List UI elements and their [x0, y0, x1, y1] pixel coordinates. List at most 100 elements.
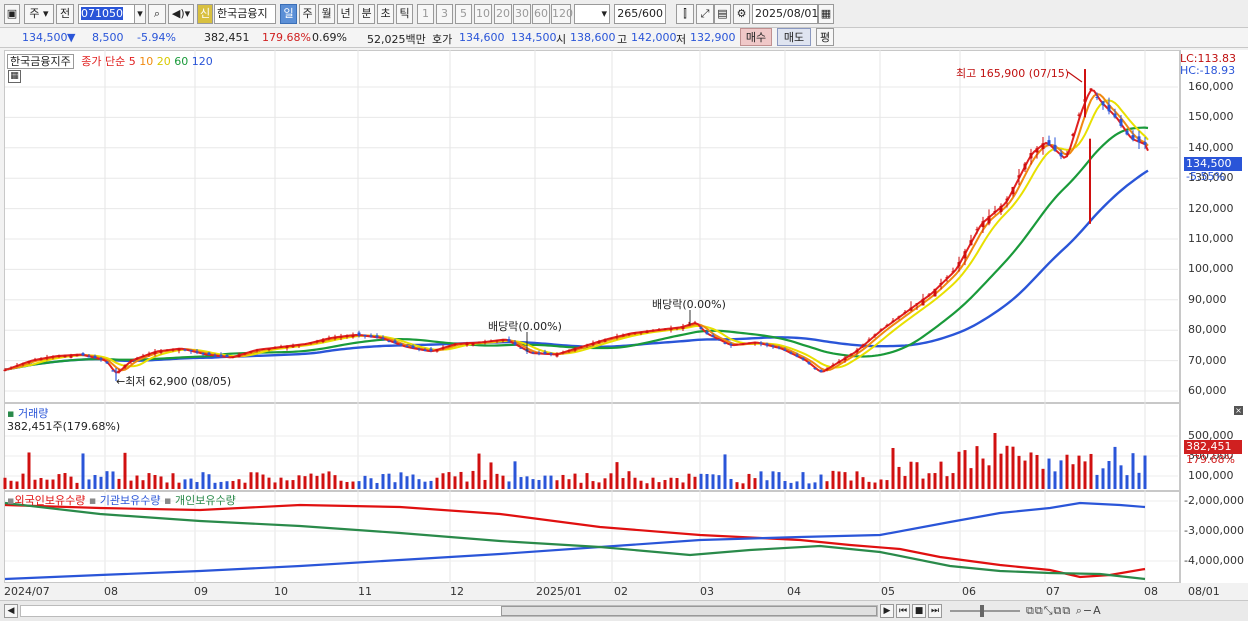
scroll-right-icon[interactable]: ▶ [880, 604, 894, 618]
zoom-slider[interactable] [950, 605, 1020, 617]
candle-body [219, 354, 223, 357]
candle-body [87, 356, 91, 358]
price-tick-label: 120,000 [1188, 201, 1234, 215]
scroll-track[interactable] [20, 605, 878, 617]
volume-bar [753, 478, 757, 489]
chart-marks [3, 69, 1147, 489]
candle-body [9, 367, 13, 369]
candle-body [441, 347, 445, 349]
volume-bar [495, 473, 499, 489]
holder-tick-label: -4,000,000 [1184, 554, 1244, 567]
candle-body [975, 229, 979, 231]
volume-bar [45, 479, 49, 489]
candle-body [765, 343, 769, 346]
volume-bar [321, 473, 325, 489]
volume-bar [999, 453, 1003, 489]
volume-bar [657, 482, 661, 489]
volume-bar [87, 479, 91, 489]
ma-120: 120 [191, 55, 213, 68]
candle-body [1101, 101, 1105, 106]
volume-bar [207, 474, 211, 489]
candle-body [225, 354, 229, 358]
volume-bar [849, 480, 853, 489]
ma-5: 5 [128, 55, 136, 68]
candle-body [411, 345, 415, 349]
individual-series-label[interactable]: 개인보유수량 [175, 494, 236, 507]
volume-tag-pct: 179.68% [1186, 453, 1235, 466]
volume-bar [477, 453, 481, 489]
volume-bar [393, 482, 397, 489]
volume-bar [1047, 458, 1051, 489]
volume-bar [1143, 455, 1147, 489]
candle-body [795, 354, 799, 357]
rewind-icon[interactable]: ⏮ [896, 604, 910, 618]
tools-icons[interactable]: ⧉⧉⤡⧉⧉ ⌕−A [1026, 604, 1102, 618]
candle-body [27, 360, 31, 363]
scroll-left-icon[interactable]: ◀ [4, 604, 18, 618]
volume-bar [1053, 471, 1057, 489]
institution-series-label[interactable]: 기관보유수량 [100, 494, 161, 507]
volume-bar [855, 471, 859, 489]
volume-bar [987, 465, 991, 489]
table-icon[interactable]: ▦ [8, 70, 21, 83]
candle-body [75, 354, 79, 357]
candle-body [513, 342, 517, 345]
candle-body [435, 349, 439, 352]
candle-body [831, 364, 835, 366]
ma-line-1 [4, 126, 1149, 371]
candle-body [183, 349, 187, 351]
candle-body [561, 352, 565, 354]
close-icon[interactable]: × [1234, 406, 1243, 415]
volume-bar [231, 480, 235, 489]
x-tick-label: 08/01 [1188, 585, 1220, 598]
candle-body [669, 328, 673, 331]
candle-body [1035, 148, 1039, 153]
volume-bar [105, 471, 109, 489]
volume-bar [903, 475, 907, 489]
x-tick-label: 03 [700, 585, 714, 598]
candle-body [567, 350, 571, 352]
candle-body [33, 359, 37, 361]
candle-body [867, 339, 871, 341]
candle-body [1107, 104, 1111, 112]
volume-bar [195, 481, 199, 489]
candle-body [489, 341, 493, 343]
volume-bar [639, 480, 643, 489]
candle-body [993, 211, 997, 213]
volume-bar [141, 480, 145, 489]
volume-bar [975, 446, 979, 489]
volume-bar [885, 480, 889, 489]
volume-bar [75, 482, 79, 489]
volume-bar [1101, 468, 1105, 489]
volume-bar [267, 477, 271, 489]
volume-bar [489, 462, 493, 489]
candle-body [141, 355, 145, 357]
ma-line-2 [4, 99, 1149, 371]
volume-bar [303, 476, 307, 489]
stop-icon[interactable]: ■ [912, 604, 926, 618]
candle-body [933, 288, 937, 297]
volume-bar [645, 483, 649, 489]
zoom-slider-handle[interactable] [980, 605, 984, 617]
volume-bar [483, 479, 487, 489]
candle-body [891, 320, 895, 322]
price-legend-name[interactable]: 한국금융지주 [7, 54, 74, 69]
foreign-series-label[interactable]: 외국인보유수량 [14, 494, 85, 507]
price-tick-label: 80,000 [1188, 323, 1227, 337]
scroll-thumb[interactable] [501, 606, 877, 616]
candle-body [315, 340, 319, 343]
volume-bar [345, 481, 349, 489]
volume-bar [585, 473, 589, 489]
volume-bar [537, 479, 541, 489]
candle-body [81, 353, 85, 356]
volume-bar [441, 473, 445, 489]
candle-body [1065, 153, 1069, 155]
candle-body [585, 344, 589, 346]
volume-bar [357, 481, 361, 489]
volume-bar [897, 466, 901, 489]
candle-body [297, 344, 301, 346]
candle-body [165, 350, 169, 352]
candle-body [249, 351, 253, 353]
fast-forward-icon[interactable]: ⏭ [928, 604, 942, 618]
candle-body [771, 345, 775, 347]
